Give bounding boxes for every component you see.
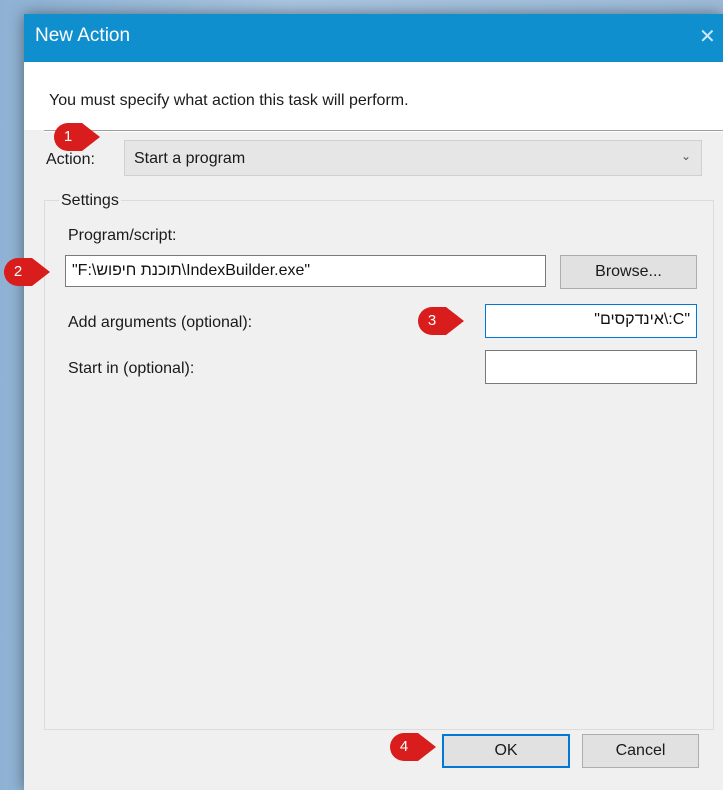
chevron-down-icon: ⌄ [680,149,691,163]
ok-button[interactable]: OK [442,734,570,768]
callout-marker-3: 3 [418,307,466,335]
program-script-label: Program/script: [68,227,177,244]
callout-marker-4: 4 [390,733,438,761]
callout-number: 4 [399,738,409,755]
new-action-dialog: New Action ✕ You must specify what actio… [24,14,723,790]
cancel-button[interactable]: Cancel [582,734,699,768]
arguments-input[interactable]: "C:\אינדקסים" [485,304,697,338]
header-separator [44,130,723,132]
settings-group-title: Settings [59,192,121,210]
arguments-label: Add arguments (optional): [68,314,253,331]
action-label: Action: [46,151,95,168]
dialog-header: You must specify what action this task w… [24,62,723,130]
browse-button[interactable]: Browse... [560,255,697,289]
program-script-input[interactable]: "F:\תוכנת חיפוש\IndexBuilder.exe" [65,255,546,287]
callout-number: 2 [13,263,23,280]
action-dropdown[interactable]: Start a program ⌄ [124,140,702,176]
start-in-label: Start in (optional): [68,360,195,377]
window-title: New Action [35,25,131,46]
action-selected-value: Start a program [134,150,246,167]
start-in-input[interactable] [485,350,697,384]
close-icon[interactable]: ✕ [699,14,723,62]
header-instruction: You must specify what action this task w… [49,92,409,109]
callout-marker-1: 1 [54,123,102,151]
title-bar[interactable]: New Action ✕ [24,14,723,62]
callout-number: 3 [427,312,437,329]
callout-number: 1 [63,128,73,145]
callout-marker-2: 2 [4,258,52,286]
